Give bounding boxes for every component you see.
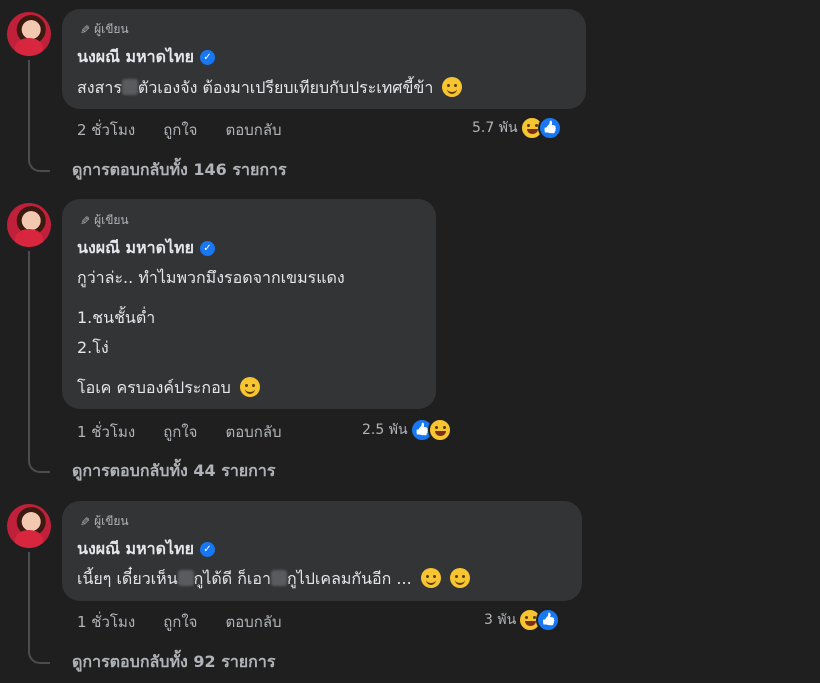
comment-actions: 1 ชั่วโมง ถูกใจ ตอบกลับ bbox=[77, 420, 282, 444]
like-reaction-icon bbox=[536, 608, 561, 632]
author-badge-label: ผู้เขียน bbox=[94, 22, 129, 36]
verified-badge-icon: ✓ bbox=[199, 50, 215, 65]
exploding-head-emoji-icon bbox=[449, 568, 470, 588]
commenter-name[interactable]: นงผณี มหาดไทย ✓ bbox=[77, 236, 215, 261]
comment-text: เนี้ยๆ เดี๋ยวเห็น กูได้ดี ก็เอา กูไปเคลมกั… bbox=[77, 567, 470, 592]
like-button[interactable]: ถูกใจ bbox=[163, 610, 197, 634]
like-button[interactable]: ถูกใจ bbox=[163, 118, 197, 142]
author-badge-label: ผู้เขียน bbox=[94, 213, 129, 227]
comment-text-line: 1.ชนชั้นต่ำ bbox=[77, 308, 156, 327]
author-badge: ✎ ผู้เขียน bbox=[80, 20, 129, 39]
commenter-name-text: นงผณี มหาดไทย bbox=[77, 539, 194, 558]
censored-blur bbox=[121, 79, 138, 95]
thread-line bbox=[28, 251, 50, 473]
view-replies-link[interactable]: ดูการตอบกลับทั้ง 146 รายการ bbox=[72, 158, 287, 183]
smirk-emoji-icon bbox=[239, 377, 260, 397]
author-badge-label: ผู้เขียน bbox=[94, 514, 129, 528]
reactions-summary[interactable]: 2.5 พัน bbox=[362, 418, 452, 442]
avatar[interactable] bbox=[7, 12, 51, 56]
comment-actions: 2 ชั่วโมง ถูกใจ ตอบกลับ bbox=[77, 118, 282, 142]
verified-badge-icon: ✓ bbox=[199, 241, 215, 256]
comment-text-part: ตัวเองจัง ต้องมาเปรียบเทียบกับประเทศขี้ข… bbox=[137, 78, 434, 97]
view-replies-link[interactable]: ดูการตอบกลับทั้ง 92 รายการ bbox=[72, 650, 275, 675]
timestamp-link[interactable]: 2 ชั่วโมง bbox=[77, 118, 135, 142]
reactions-summary[interactable]: 5.7 พัน bbox=[472, 116, 562, 140]
pen-icon: ✎ bbox=[80, 514, 91, 529]
comment-text-line: โอเค ครบองค์ประกอบ bbox=[77, 376, 260, 401]
comment-text-part: เนี้ยๆ เดี๋ยวเห็น bbox=[77, 569, 178, 588]
expressionless-emoji-icon bbox=[442, 77, 463, 97]
thread-line bbox=[28, 60, 50, 172]
comment-text-line: 2.โง่ bbox=[77, 338, 109, 357]
pen-icon: ✎ bbox=[80, 22, 91, 37]
reply-button[interactable]: ตอบกลับ bbox=[225, 118, 281, 142]
comment-text-part: กูไปเคลมกันอีก ... bbox=[287, 569, 412, 588]
reply-button[interactable]: ตอบกลับ bbox=[225, 610, 281, 634]
pen-icon: ✎ bbox=[80, 213, 91, 228]
like-button[interactable]: ถูกใจ bbox=[163, 420, 197, 444]
reaction-count: 3 พัน bbox=[484, 612, 517, 628]
reaction-count: 2.5 พัน bbox=[362, 422, 408, 438]
timestamp-link[interactable]: 1 ชั่วโมง bbox=[77, 420, 135, 444]
comment-text-part: สงสาร bbox=[77, 78, 122, 97]
commenter-name-text: นงผณี มหาดไทย bbox=[77, 47, 194, 66]
reactions-summary[interactable]: 3 พัน bbox=[484, 608, 561, 632]
censored-blur bbox=[177, 570, 194, 586]
author-badge: ✎ ผู้เขียน bbox=[80, 211, 129, 230]
commenter-name-text: นงผณี มหาดไทย bbox=[77, 238, 194, 257]
like-reaction-icon bbox=[537, 116, 562, 140]
commenter-name[interactable]: นงผณี มหาดไทย ✓ bbox=[77, 45, 215, 70]
comment-actions: 1 ชั่วโมง ถูกใจ ตอบกลับ bbox=[77, 610, 282, 634]
commenter-name[interactable]: นงผณี มหาดไทย ✓ bbox=[77, 537, 215, 562]
comment-text-line: กูว่าล่ะ.. ทำไมพวกมึงรอดจากเขมรแดง bbox=[77, 268, 345, 287]
censored-blur bbox=[271, 570, 287, 586]
verified-badge-icon: ✓ bbox=[199, 542, 215, 557]
rofl-emoji-icon bbox=[420, 568, 441, 588]
avatar[interactable] bbox=[7, 504, 51, 548]
comment-text-part: กูได้ดี ก็เอา bbox=[193, 569, 271, 588]
haha-reaction-icon bbox=[427, 418, 452, 442]
view-replies-link[interactable]: ดูการตอบกลับทั้ง 44 รายการ bbox=[72, 459, 275, 484]
timestamp-link[interactable]: 1 ชั่วโมง bbox=[77, 610, 135, 634]
thread-line bbox=[28, 552, 50, 664]
reply-button[interactable]: ตอบกลับ bbox=[225, 420, 281, 444]
comment-text-part: โอเค ครบองค์ประกอบ bbox=[77, 378, 231, 397]
reaction-count: 5.7 พัน bbox=[472, 120, 518, 136]
avatar[interactable] bbox=[7, 203, 51, 247]
comment-text: สงสาร ตัวเองจัง ต้องมาเปรียบเทียบกับประเท… bbox=[77, 76, 463, 101]
author-badge: ✎ ผู้เขียน bbox=[80, 512, 129, 531]
